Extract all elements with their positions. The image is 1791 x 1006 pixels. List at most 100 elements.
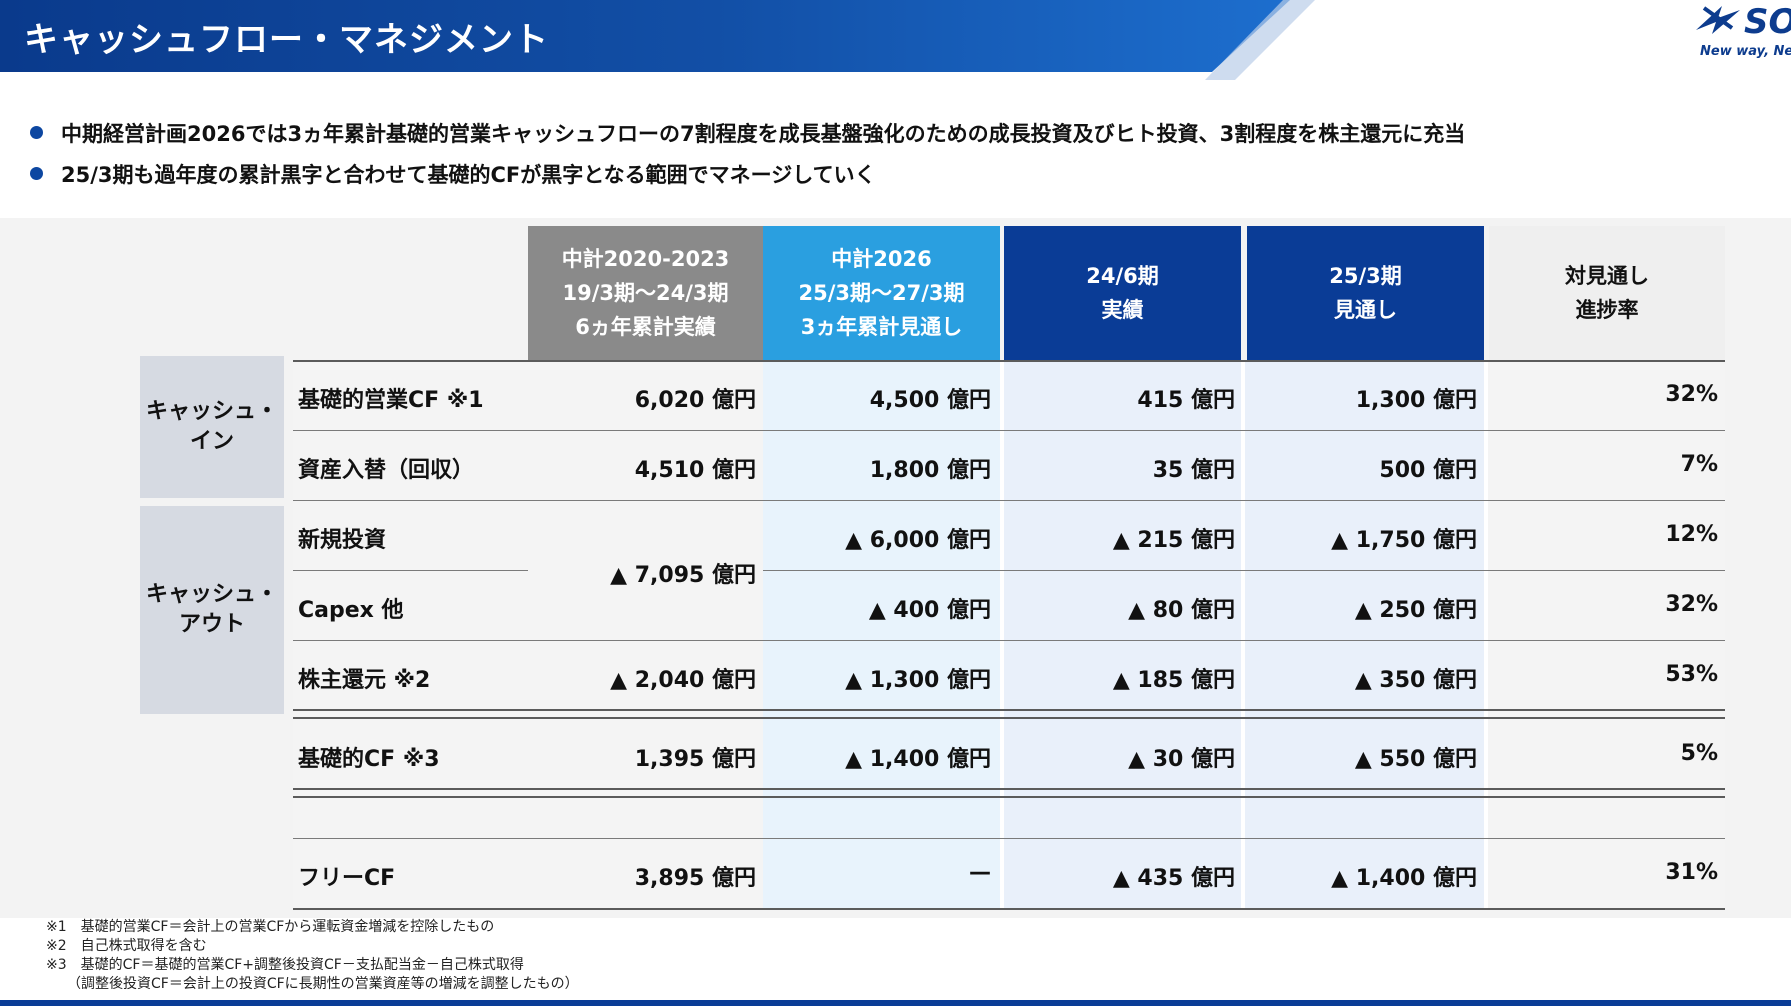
cell-value: ▲ 350 億円 <box>1354 668 1477 693</box>
column-divider <box>1484 360 1488 910</box>
row-divider <box>293 717 1725 719</box>
header-plan2026: 中計2026 25/3期～27/3期 3ヵ年累計見通し <box>763 226 1000 360</box>
cell-value: ▲ 80 億円 <box>1128 598 1235 623</box>
label-column-bg <box>293 360 528 910</box>
cell-value: 32% <box>1665 592 1718 617</box>
bullet-item: 25/3期も過年度の累計黒字と合わせて基礎的CFが黒字となる範囲でマネージしてい… <box>30 153 1465 194</box>
cell-value: ▲ 1,750 億円 <box>1331 528 1477 553</box>
cell-value: ▲ 1,400 億円 <box>845 747 991 772</box>
cell-value: ▲ 6,000 億円 <box>845 528 991 553</box>
bullet-item: 中期経営計画2026では3ヵ年累計基礎的営業キャッシュフローの7割程度を成長基盤… <box>30 112 1465 153</box>
cell-value: 4,510 億円 <box>634 458 756 483</box>
group-label-line: アウト <box>178 612 245 637</box>
header-line: 24/6期 <box>1086 264 1159 288</box>
row-divider <box>293 570 528 571</box>
page-title: キャッシュフロー・マネジメント <box>24 20 549 60</box>
logo-mark-icon <box>1696 6 1740 34</box>
row-divider <box>293 796 1725 798</box>
group-label-line: キャッシュ・ <box>145 399 278 424</box>
cell-value: ▲ 550 億円 <box>1354 747 1477 772</box>
cell-value: 1,800 億円 <box>869 458 991 483</box>
cell-value: 1,300 億円 <box>1355 388 1477 413</box>
cell-value: 5% <box>1680 741 1718 766</box>
cell-value: 53% <box>1665 662 1718 687</box>
col-plan2026-bg <box>763 360 1000 910</box>
row-divider <box>293 709 1725 711</box>
row-label: 基礎的営業CF ※1 <box>298 388 484 413</box>
column-divider <box>1000 360 1004 910</box>
cell-value: ▲ 250 億円 <box>1354 598 1477 623</box>
bullet-text: 中期経営計画2026では3ヵ年累計基礎的営業キャッシュフローの7割程度を成長基盤… <box>61 121 1466 146</box>
col-2503-bg <box>1245 360 1484 910</box>
cell-value: 7% <box>1680 452 1718 477</box>
cell-value: 31% <box>1665 860 1718 885</box>
bullet-list: 中期経営計画2026では3ヵ年累計基礎的営業キャッシュフローの7割程度を成長基盤… <box>30 112 1465 194</box>
col-progress-bg <box>1488 360 1725 910</box>
cell-value: ▲ 2,040 億円 <box>610 668 756 693</box>
row-label: 基礎的CF ※3 <box>298 747 440 772</box>
bullet-dot-icon <box>30 167 43 180</box>
cell-value: ▲ 435 億円 <box>1112 866 1235 891</box>
footnote: ※1 基礎的営業CF＝会計上の営業CFから運転資金増減を控除したもの <box>46 919 495 935</box>
cell-value: 3,895 億円 <box>634 866 756 891</box>
header-line: 実績 <box>1101 298 1144 322</box>
row-divider <box>293 838 1725 839</box>
header-line: 25/3期 <box>1329 264 1402 288</box>
row-divider <box>293 360 1725 362</box>
header-progress: 対見通し 進捗率 <box>1489 226 1725 360</box>
cell-value: 1,395 億円 <box>634 747 756 772</box>
logo-tagline: New way, Ne <box>1700 44 1791 59</box>
cell-value: ▲ 215 億円 <box>1112 528 1235 553</box>
header-line: 対見通し <box>1565 264 1649 288</box>
header-line: 19/3期～24/3期 <box>562 281 729 305</box>
row-label: フリーCF <box>298 866 396 891</box>
row-divider <box>293 430 1725 431</box>
bullet-text: 25/3期も過年度の累計黒字と合わせて基礎的CFが黒字となる範囲でマネージしてい… <box>61 162 876 187</box>
company-logo: SO New way, Ne <box>1692 0 1791 64</box>
header-line: 中計2026 <box>831 247 932 271</box>
header-2503: 25/3期 見通し <box>1247 226 1484 360</box>
group-cash-out: キャッシュ・ アウト <box>140 506 284 714</box>
cell-value: 32% <box>1665 382 1718 407</box>
cell-value: ▲ 30 億円 <box>1128 747 1235 772</box>
header-line: 進捗率 <box>1575 298 1639 322</box>
bullet-dot-icon <box>30 126 43 139</box>
row-label: Capex 他 <box>298 598 404 623</box>
group-label-line: キャッシュ・ <box>145 582 278 607</box>
col-plan2023-bg <box>528 360 763 910</box>
col-2406-bg <box>1004 360 1241 910</box>
group-label-line: イン <box>189 429 234 454</box>
cell-value: 6,020 億円 <box>634 388 756 413</box>
cell-value: ▲ 1,300 億円 <box>845 668 991 693</box>
logo-word: SO <box>1744 2 1791 42</box>
row-divider <box>293 640 1725 641</box>
cell-value: — <box>969 860 991 885</box>
cell-value: ▲ 1,400 億円 <box>1331 866 1477 891</box>
footnote: ※3 基礎的CF＝基礎的営業CF+調整後投資CF－支払配当金－自己株式取得 <box>46 957 524 973</box>
bottom-accent-bar <box>0 1000 1791 1006</box>
group-cash-in: キャッシュ・ イン <box>140 356 284 498</box>
cell-value: ▲ 400 億円 <box>868 598 991 623</box>
cell-value: 415 億円 <box>1137 388 1235 413</box>
row-divider <box>763 570 1725 571</box>
cell-value: 500 億円 <box>1379 458 1477 483</box>
row-label: 新規投資 <box>298 528 387 553</box>
row-divider <box>293 788 1725 790</box>
cell-value: 35 億円 <box>1152 458 1235 483</box>
header-line: 見通し <box>1334 298 1397 322</box>
header-line: 6ヵ年累計実績 <box>575 315 716 339</box>
header-line: 3ヵ年累計見通し <box>800 315 963 339</box>
row-label: 資産入替（回収） <box>298 458 475 483</box>
header-2406: 24/6期 実績 <box>1004 226 1241 360</box>
cell-value: ▲ 185 億円 <box>1112 668 1235 693</box>
header-line: 25/3期～27/3期 <box>798 281 965 305</box>
header-line: 中計2020-2023 <box>561 247 730 271</box>
row-label: 株主還元 ※2 <box>298 668 431 693</box>
column-divider <box>1241 360 1245 910</box>
header-plan2023: 中計2020-2023 19/3期～24/3期 6ヵ年累計実績 <box>528 226 763 360</box>
cell-value: 4,500 億円 <box>869 388 991 413</box>
merged-investment-value: ▲ 7,095 億円 <box>610 563 756 588</box>
footnote: （調整後投資CF＝会計上の投資CFに長期性の営業資産等の増減を調整したもの） <box>46 976 579 992</box>
row-divider <box>293 500 1725 501</box>
cell-value: 12% <box>1665 522 1718 547</box>
